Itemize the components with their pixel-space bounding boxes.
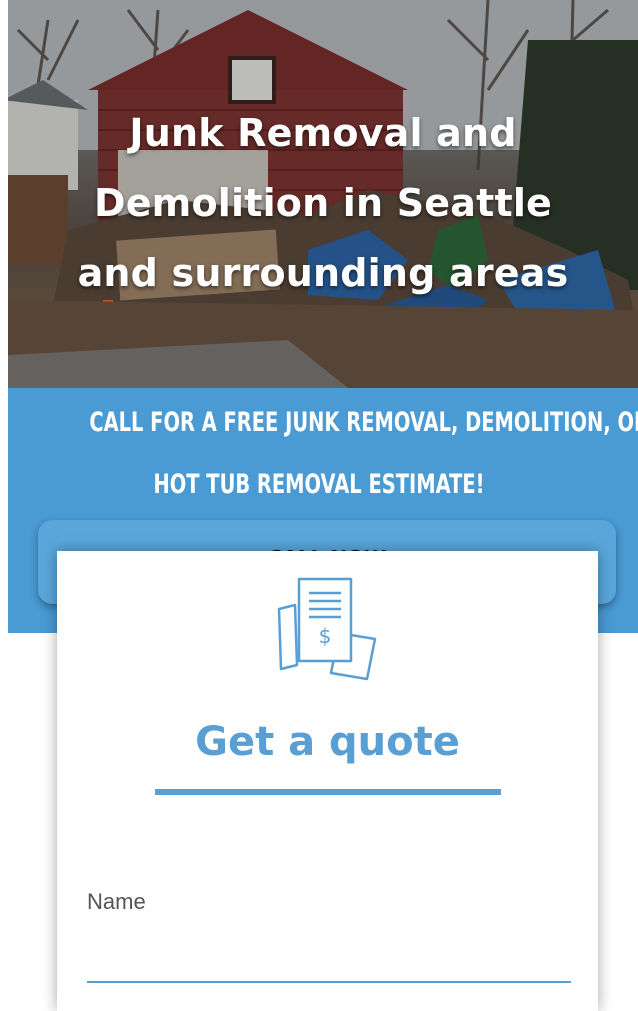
hero-title-line: Junk Removal and: [129, 111, 517, 155]
cta-headline-line: HOT TUB REMOVAL ESTIMATE!: [153, 469, 485, 500]
invoice-dollar-icon: $: [277, 577, 377, 681]
quote-form-card: $ Get a quote Name: [57, 551, 598, 1011]
hero-section: Junk Removal and Demolition in Seattle a…: [8, 0, 638, 388]
title-underline: [155, 789, 501, 795]
cta-headline: CALL FOR A FREE JUNK REMOVAL, DEMOLITION…: [89, 392, 638, 516]
svg-text:$: $: [319, 624, 332, 648]
hero-title: Junk Removal and Demolition in Seattle a…: [8, 98, 638, 308]
name-input[interactable]: [87, 923, 571, 983]
cta-headline-line: CALL FOR A FREE JUNK REMOVAL, DEMOLITION…: [89, 407, 638, 438]
quote-form-title: Get a quote: [195, 719, 460, 765]
hero-title-line: and surrounding areas: [77, 251, 569, 295]
name-field-label: Name: [87, 889, 146, 914]
hero-title-line: Demolition in Seattle: [93, 181, 553, 225]
